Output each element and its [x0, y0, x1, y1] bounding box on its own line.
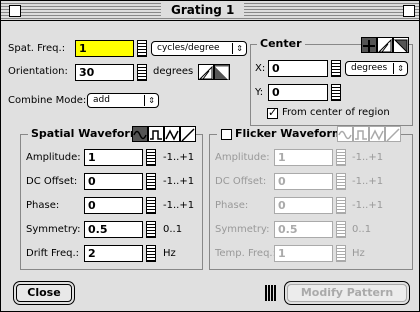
center-x-label: X: — [255, 63, 266, 74]
combine-mode-popup[interactable]: add ⇕ — [87, 93, 159, 108]
spatial-drift-freq-label: Drift Freq.: — [26, 248, 79, 259]
from-center-checkbox[interactable] — [267, 106, 278, 119]
flicker-temp-freq-range: Hz — [352, 248, 365, 259]
spatial-phase-stepper[interactable] — [146, 197, 156, 214]
popup-arrows-icon: ⇕ — [148, 96, 155, 105]
flicker-dc-offset-input: 0 — [274, 173, 333, 190]
spat-freq-input[interactable]: 1 — [75, 40, 134, 57]
center-x-input[interactable]: 0 — [268, 60, 328, 77]
flicker-amplitude-range: -1..+1 — [352, 152, 384, 163]
spatial-phase-input[interactable]: 0 — [84, 197, 143, 214]
spat-freq-unit-popup[interactable]: cycles/degree ⇕ — [151, 41, 247, 56]
spatial-phase-range: -1..+1 — [163, 200, 195, 211]
orientation-triangle-icon[interactable] — [198, 64, 214, 80]
center-y-label: Y: — [255, 87, 264, 98]
flicker-dc-offset-stepper — [336, 173, 346, 190]
flicker-amplitude-input: 1 — [274, 149, 333, 166]
spatial-dc-offset-input[interactable]: 0 — [84, 173, 143, 190]
flicker-amplitude-label: Amplitude: — [215, 152, 270, 163]
flicker-enable-checkbox[interactable] — [221, 129, 232, 140]
square-wave-icon[interactable] — [148, 126, 164, 142]
spatial-phase-label: Phase: — [26, 200, 60, 211]
spatial-amplitude-stepper[interactable] — [146, 149, 156, 166]
spatial-dc-offset-stepper[interactable] — [146, 173, 156, 190]
spatial-dc-offset-label: DC Offset: — [26, 176, 78, 187]
flicker-sawtooth-wave-icon — [385, 126, 401, 142]
popup-arrows-icon: ⇕ — [397, 64, 404, 73]
flicker-symmetry-label: Symmetry: — [215, 224, 270, 235]
orientation-input[interactable]: 30 — [75, 64, 134, 81]
flicker-phase-input: 0 — [274, 197, 333, 214]
flicker-phase-range: -1..+1 — [352, 200, 384, 211]
flicker-dc-offset-label: DC Offset: — [215, 176, 267, 187]
spatial-symmetry-range: 0..1 — [163, 224, 183, 235]
resize-grip-icon[interactable] — [265, 285, 277, 301]
orientation-stepper[interactable] — [137, 64, 147, 81]
grating-window: Grating 1 Spat. Freq.: 1 cycles/degree ⇕… — [0, 0, 420, 312]
center-unit-popup[interactable]: degrees ⇕ — [345, 61, 408, 76]
flicker-phase-label: Phase: — [215, 200, 249, 211]
combine-mode-value: add — [93, 95, 110, 105]
spatial-symmetry-input[interactable]: 0.5 — [84, 221, 143, 238]
spatial-amplitude-input[interactable]: 1 — [84, 149, 143, 166]
spatial-amplitude-label: Amplitude: — [26, 152, 81, 163]
flicker-symmetry-range: 0..1 — [352, 224, 372, 235]
triangle-wave-icon[interactable] — [164, 126, 180, 142]
spatial-drift-freq-stepper[interactable] — [146, 245, 156, 262]
from-center-label: From center of region — [282, 107, 390, 118]
spatial-dc-offset-range: -1..+1 — [163, 176, 195, 187]
spatial-drift-freq-input[interactable]: 2 — [84, 245, 143, 262]
combine-mode-label: Combine Mode: — [8, 95, 87, 106]
center-group-title: Center — [257, 37, 305, 51]
flicker-square-wave-icon — [353, 126, 369, 142]
popup-separator — [393, 63, 394, 74]
spatial-symmetry-label: Symmetry: — [26, 224, 81, 235]
sawtooth-wave-icon[interactable] — [180, 126, 196, 142]
spatial-waveform-title: Spatial Waveform — [28, 127, 145, 141]
flicker-sine-wave-icon — [337, 126, 353, 142]
flicker-phase-stepper — [336, 197, 346, 214]
orientation-unit-label: degrees — [153, 66, 194, 77]
orientation-label: Orientation: — [8, 66, 68, 77]
window-title: Grating 1 — [161, 2, 245, 18]
spatial-amplitude-range: -1..+1 — [163, 152, 195, 163]
close-box-icon[interactable] — [9, 5, 21, 17]
center-x-stepper[interactable] — [331, 60, 341, 77]
center-flip-icon[interactable] — [393, 37, 409, 54]
center-y-stepper[interactable] — [331, 84, 341, 101]
spatial-drift-freq-range: Hz — [163, 248, 176, 259]
popup-separator — [144, 95, 145, 106]
spat-freq-label: Spat. Freq.: — [8, 43, 66, 54]
center-triangle-icon[interactable] — [377, 37, 393, 53]
spatial-symmetry-stepper[interactable] — [146, 221, 156, 238]
flicker-waveform-title: Flicker Waveform — [217, 127, 347, 141]
flicker-temp-freq-stepper — [336, 245, 346, 262]
modify-pattern-button: Modify Pattern — [287, 284, 407, 302]
close-button[interactable]: Close — [16, 284, 72, 302]
flicker-symmetry-input: 0.5 — [274, 221, 333, 238]
flicker-dc-offset-range: -1..+1 — [352, 176, 384, 187]
zoom-box-icon[interactable] — [403, 5, 415, 17]
sine-wave-icon[interactable] — [132, 126, 148, 142]
spat-freq-stepper[interactable] — [137, 40, 147, 57]
flicker-temp-freq-label: Temp. Freq.: — [215, 248, 276, 259]
flicker-amplitude-stepper — [336, 149, 346, 166]
crosshair-icon[interactable] — [361, 37, 377, 53]
flicker-symmetry-stepper — [336, 221, 346, 238]
spat-freq-unit-value: cycles/degree — [157, 43, 220, 53]
center-y-input[interactable]: 0 — [268, 84, 328, 101]
orientation-flip-icon[interactable] — [214, 64, 230, 81]
popup-arrows-icon: ⇕ — [236, 44, 243, 53]
popup-separator — [232, 43, 233, 54]
flicker-temp-freq-input: 1 — [274, 245, 333, 262]
center-unit-value: degrees — [351, 63, 388, 73]
flicker-triangle-wave-icon — [369, 126, 385, 142]
